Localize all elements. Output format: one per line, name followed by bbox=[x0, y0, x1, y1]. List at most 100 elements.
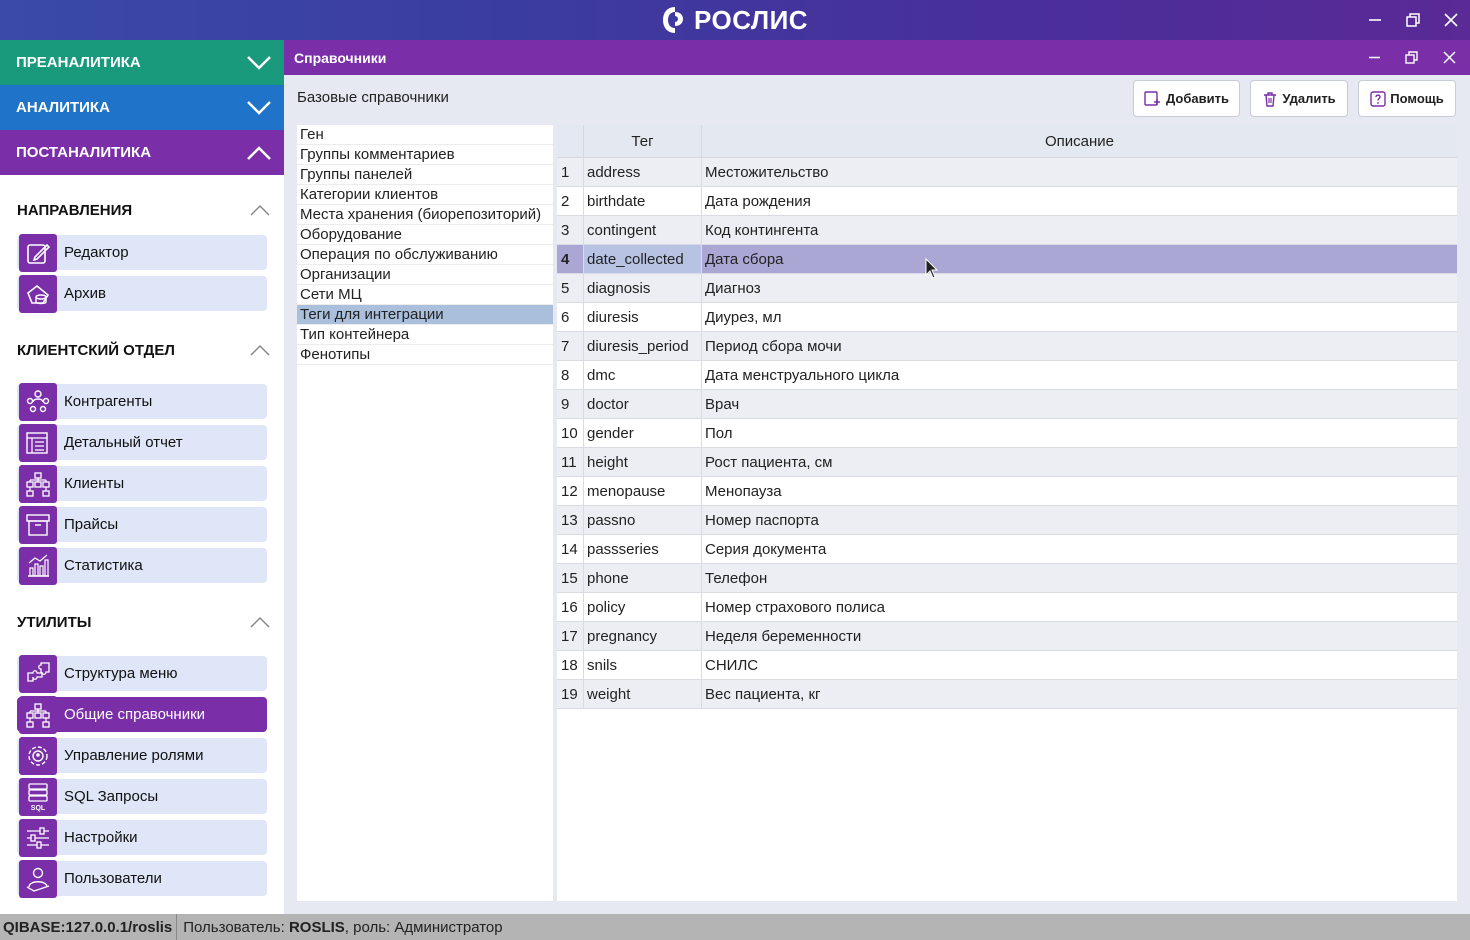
row-number[interactable]: 1 bbox=[557, 158, 583, 186]
description-cell[interactable]: Диагноз bbox=[701, 274, 1457, 302]
section-header-directions[interactable]: НАПРАВЛЕНИЯ bbox=[0, 188, 284, 232]
row-number[interactable]: 3 bbox=[557, 216, 583, 244]
table-row[interactable]: 7 diuresis_period Период сбора мочи bbox=[557, 332, 1457, 361]
row-number[interactable]: 5 bbox=[557, 274, 583, 302]
description-cell[interactable]: Пол bbox=[701, 419, 1457, 447]
sidebar-item-clients[interactable]: Клиенты bbox=[17, 464, 267, 503]
table-row[interactable]: 9 doctor Врач bbox=[557, 390, 1457, 419]
tag-cell[interactable]: height bbox=[583, 448, 701, 476]
sidebar-item-contractors[interactable]: Контрагенты bbox=[17, 382, 267, 421]
row-number[interactable]: 4 bbox=[557, 245, 583, 273]
sidebar-item-editor[interactable]: Редактор bbox=[17, 233, 267, 272]
description-cell[interactable]: Период сбора мочи bbox=[701, 332, 1457, 360]
row-number[interactable]: 2 bbox=[557, 187, 583, 215]
list-item-selected[interactable]: Теги для интеграции bbox=[297, 305, 553, 325]
tag-cell[interactable]: passno bbox=[583, 506, 701, 534]
list-item[interactable]: Организации bbox=[297, 265, 553, 285]
panel-close-icon[interactable] bbox=[1430, 40, 1468, 75]
row-number[interactable]: 11 bbox=[557, 448, 583, 476]
list-item[interactable]: Оборудование bbox=[297, 225, 553, 245]
description-cell[interactable]: Телефон bbox=[701, 564, 1457, 592]
sidebar-item-settings[interactable]: Настройки bbox=[17, 818, 267, 857]
column-header-tag[interactable]: Тег bbox=[583, 125, 701, 157]
minimize-icon[interactable] bbox=[1356, 0, 1394, 40]
tag-cell[interactable]: dmc bbox=[583, 361, 701, 389]
list-item[interactable]: Тип контейнера bbox=[297, 325, 553, 345]
help-button[interactable]: Помощь bbox=[1358, 80, 1456, 117]
list-item[interactable]: Сети МЦ bbox=[297, 285, 553, 305]
sidebar-item-statistics[interactable]: Статистика bbox=[17, 546, 267, 585]
tag-cell[interactable]: menopause bbox=[583, 477, 701, 505]
table-row[interactable]: 17 pregnancy Неделя беременности bbox=[557, 622, 1457, 651]
row-number[interactable]: 15 bbox=[557, 564, 583, 592]
tag-cell[interactable]: passseries bbox=[583, 535, 701, 563]
tag-cell[interactable]: address bbox=[583, 158, 701, 186]
close-icon[interactable] bbox=[1432, 0, 1470, 40]
row-number[interactable]: 16 bbox=[557, 593, 583, 621]
row-number[interactable]: 12 bbox=[557, 477, 583, 505]
sidebar-item-sql-queries[interactable]: SQL SQL Запросы bbox=[17, 777, 267, 816]
table-row[interactable]: 16 policy Номер страхового полиса bbox=[557, 593, 1457, 622]
section-header-client-dept[interactable]: КЛИЕНТСКИЙ ОТДЕЛ bbox=[0, 328, 284, 372]
sidebar-item-detailed-report[interactable]: Детальный отчет bbox=[17, 423, 267, 462]
sidebar-item-archive[interactable]: Архив bbox=[17, 274, 267, 313]
tag-cell[interactable]: pregnancy bbox=[583, 622, 701, 650]
table-row[interactable]: 10 gender Пол bbox=[557, 419, 1457, 448]
tag-cell[interactable]: diuresis bbox=[583, 303, 701, 331]
accordion-postanalytics[interactable]: ПОСТАНАЛИТИКА bbox=[0, 130, 284, 175]
description-cell[interactable]: Серия документа bbox=[701, 535, 1457, 563]
table-row[interactable]: 18 snils СНИЛС bbox=[557, 651, 1457, 680]
tag-cell[interactable]: contingent bbox=[583, 216, 701, 244]
row-number[interactable]: 14 bbox=[557, 535, 583, 563]
tag-cell[interactable]: weight bbox=[583, 680, 701, 708]
tag-cell[interactable]: birthdate bbox=[583, 187, 701, 215]
list-item[interactable]: Операция по обслуживанию bbox=[297, 245, 553, 265]
row-number[interactable]: 10 bbox=[557, 419, 583, 447]
row-number[interactable]: 19 bbox=[557, 680, 583, 708]
section-header-utilities[interactable]: УТИЛИТЫ bbox=[0, 600, 284, 644]
list-item[interactable]: Ген bbox=[297, 125, 553, 145]
list-item[interactable]: Фенотипы bbox=[297, 345, 553, 365]
description-cell[interactable]: Дата менструального цикла bbox=[701, 361, 1457, 389]
delete-button[interactable]: Удалить bbox=[1250, 80, 1348, 117]
description-cell[interactable]: Номер паспорта bbox=[701, 506, 1457, 534]
description-cell[interactable]: Неделя беременности bbox=[701, 622, 1457, 650]
row-number[interactable]: 13 bbox=[557, 506, 583, 534]
sidebar-item-prices[interactable]: Прайсы bbox=[17, 505, 267, 544]
table-row[interactable]: 13 passno Номер паспорта bbox=[557, 506, 1457, 535]
table-row[interactable]: 14 passseries Серия документа bbox=[557, 535, 1457, 564]
row-number[interactable]: 18 bbox=[557, 651, 583, 679]
table-row[interactable]: 3 contingent Код контингента bbox=[557, 216, 1457, 245]
tag-cell[interactable]: diagnosis bbox=[583, 274, 701, 302]
description-cell[interactable]: Врач bbox=[701, 390, 1457, 418]
table-row-selected[interactable]: 4 date_collected Дата сбора bbox=[557, 245, 1457, 274]
table-row[interactable]: 11 height Рост пациента, см bbox=[557, 448, 1457, 477]
row-number[interactable]: 7 bbox=[557, 332, 583, 360]
table-row[interactable]: 2 birthdate Дата рождения bbox=[557, 187, 1457, 216]
row-number[interactable]: 8 bbox=[557, 361, 583, 389]
tag-cell[interactable]: snils bbox=[583, 651, 701, 679]
row-number[interactable]: 17 bbox=[557, 622, 583, 650]
list-item[interactable]: Группы панелей bbox=[297, 165, 553, 185]
row-number[interactable]: 6 bbox=[557, 303, 583, 331]
description-cell[interactable]: Код контингента bbox=[701, 216, 1457, 244]
column-header-description[interactable]: Описание bbox=[701, 125, 1457, 157]
description-cell[interactable]: Дата рождения bbox=[701, 187, 1457, 215]
tag-cell[interactable]: gender bbox=[583, 419, 701, 447]
description-cell[interactable]: Дата сбора bbox=[701, 245, 1457, 273]
table-row[interactable]: 8 dmc Дата менструального цикла bbox=[557, 361, 1457, 390]
description-cell[interactable]: Рост пациента, см bbox=[701, 448, 1457, 476]
description-cell[interactable]: Вес пациента, кг bbox=[701, 680, 1457, 708]
description-cell[interactable]: СНИЛС bbox=[701, 651, 1457, 679]
description-cell[interactable]: Номер страхового полиса bbox=[701, 593, 1457, 621]
tag-cell[interactable]: diuresis_period bbox=[583, 332, 701, 360]
table-row[interactable]: 6 diuresis Диурез, мл bbox=[557, 303, 1457, 332]
table-row[interactable]: 19 weight Вес пациента, кг bbox=[557, 680, 1457, 709]
sidebar-item-common-dictionaries[interactable]: Общие справочники bbox=[17, 695, 267, 734]
sidebar-item-role-management[interactable]: Управление ролями bbox=[17, 736, 267, 775]
add-button[interactable]: Добавить bbox=[1133, 80, 1240, 117]
sidebar-item-menu-structure[interactable]: Структура меню bbox=[17, 654, 267, 693]
list-item[interactable]: Группы комментариев bbox=[297, 145, 553, 165]
sidebar-item-users[interactable]: Пользователи bbox=[17, 859, 267, 898]
list-item[interactable]: Категории клиентов bbox=[297, 185, 553, 205]
